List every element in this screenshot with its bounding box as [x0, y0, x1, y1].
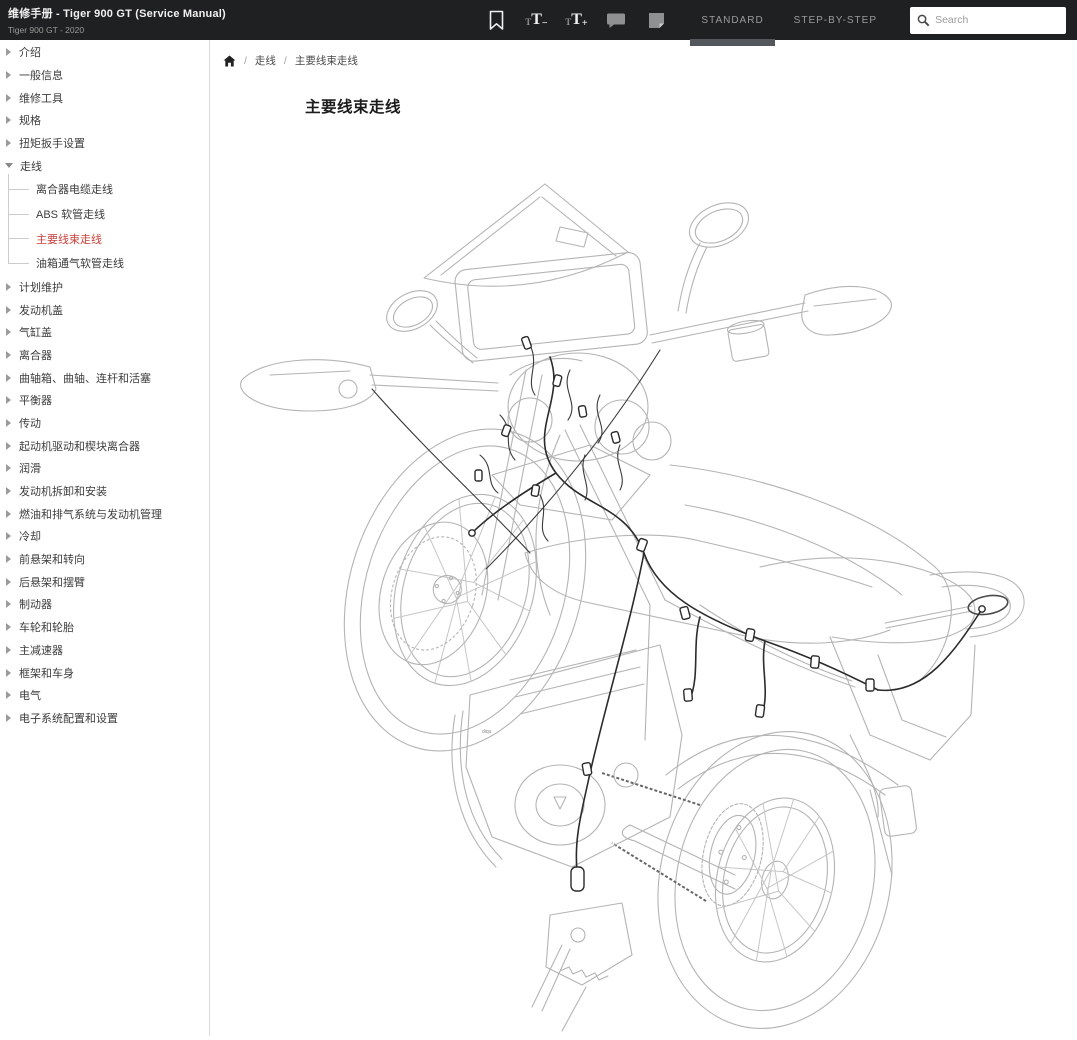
sidebar-subitem[interactable]: 离合器电缆走线 [0, 177, 209, 202]
sidebar-item[interactable]: 介绍 [0, 41, 209, 64]
breadcrumb-item-current: 主要线束走线 [295, 53, 358, 68]
chevron-right-icon [6, 94, 11, 102]
app-title: 维修手册 - Tiger 900 GT (Service Manual) [8, 5, 226, 21]
breadcrumb-separator: / [244, 55, 247, 67]
chevron-right-icon [6, 419, 11, 427]
tab-step-by-step[interactable]: STEP-BY-STEP [779, 0, 892, 40]
breadcrumb: / 走线 / 主要线束走线 [210, 40, 1077, 68]
tree-twig [8, 263, 29, 264]
sidebar-item[interactable]: 电气 [0, 684, 209, 707]
chevron-right-icon [6, 328, 11, 336]
motorcycle-harness-illustration: diqu [230, 175, 1030, 1035]
sidebar-item[interactable]: 维修工具 [0, 86, 209, 109]
main-content: / 走线 / 主要线束走线 主要线束走线 [210, 40, 1077, 1036]
bookmark-icon [488, 10, 505, 31]
sidebar-item[interactable]: 传动 [0, 412, 209, 435]
sidebar-item-expanded[interactable]: 走线 [0, 154, 209, 177]
search-input[interactable] [935, 14, 1059, 26]
sidebar-item[interactable]: 扭矩扳手设置 [0, 132, 209, 155]
sidebar-item[interactable]: 车轮和轮胎 [0, 616, 209, 639]
header-toolbar: TT− TT+ STANDARD STEP-BY-STEP [476, 0, 1077, 40]
bookmark-button[interactable] [476, 0, 516, 40]
decrease-text-icon: TT− [525, 12, 547, 28]
search-icon [917, 13, 930, 28]
sidebar-item[interactable]: 润滑 [0, 457, 209, 480]
chevron-right-icon [6, 283, 11, 291]
sidebar-item[interactable]: 气缸盖 [0, 321, 209, 344]
view-mode-tabs: STANDARD STEP-BY-STEP [686, 0, 892, 40]
decrease-text-button[interactable]: TT− [516, 0, 556, 40]
chevron-right-icon [6, 464, 11, 472]
sidebar-item[interactable]: 发动机拆卸和安装 [0, 480, 209, 503]
comments-button[interactable] [596, 0, 636, 40]
motorcycle-line-drawing: diqu [230, 175, 1030, 1035]
sidebar-item[interactable]: 后悬架和摆臂 [0, 570, 209, 593]
breadcrumb-item[interactable]: 走线 [255, 53, 276, 68]
sidebar-item[interactable]: 一般信息 [0, 64, 209, 87]
note-icon [647, 11, 666, 30]
sidebar-item[interactable]: 前悬架和转向 [0, 548, 209, 571]
chevron-right-icon [6, 600, 11, 608]
chevron-right-icon [6, 669, 11, 677]
chevron-right-icon [6, 578, 11, 586]
chevron-right-icon [6, 487, 11, 495]
chevron-right-icon [6, 116, 11, 124]
chevron-right-icon [6, 442, 11, 450]
sidebar-item[interactable]: 主减速器 [0, 639, 209, 662]
breadcrumb-separator: / [284, 55, 287, 67]
tree-twig [8, 238, 29, 239]
chevron-right-icon [6, 374, 11, 382]
sidebar-item[interactable]: 发动机盖 [0, 298, 209, 321]
chevron-right-icon [6, 646, 11, 654]
comment-icon [606, 10, 626, 30]
home-icon[interactable] [223, 55, 236, 67]
chevron-right-icon [6, 623, 11, 631]
sidebar-item[interactable]: 离合器 [0, 344, 209, 367]
sidebar-item[interactable]: 平衡器 [0, 389, 209, 412]
sidebar-subitem[interactable]: ABS 软管走线 [0, 202, 209, 227]
chevron-down-icon [5, 163, 13, 168]
tree-twig [8, 189, 29, 190]
illustration-watermark: diqu [482, 729, 492, 735]
sidebar-subitem-active[interactable]: 主要线束走线 [0, 226, 209, 251]
chevron-right-icon [6, 351, 11, 359]
sidebar-subitem[interactable]: 油箱通气软管走线 [0, 251, 209, 276]
chevron-right-icon [6, 71, 11, 79]
chevron-right-icon [6, 532, 11, 540]
notes-button[interactable] [636, 0, 676, 40]
chevron-right-icon [6, 139, 11, 147]
tree-twig [8, 214, 29, 215]
sidebar-item[interactable]: 制动器 [0, 593, 209, 616]
sidebar-item[interactable]: 计划维护 [0, 276, 209, 299]
chevron-right-icon [6, 396, 11, 404]
increase-text-icon: TT+ [565, 12, 587, 28]
page-title: 主要线束走线 [305, 95, 1077, 117]
header-titles: 维修手册 - Tiger 900 GT (Service Manual) Tig… [0, 5, 226, 35]
sidebar-item[interactable]: 起动机驱动和楔块离合器 [0, 434, 209, 457]
app-header: 维修手册 - Tiger 900 GT (Service Manual) Tig… [0, 0, 1077, 40]
app-subtitle: Tiger 900 GT - 2020 [8, 25, 226, 35]
sidebar-item[interactable]: 燃油和排气系统与发动机管理 [0, 502, 209, 525]
chevron-right-icon [6, 555, 11, 563]
chevron-right-icon [6, 691, 11, 699]
chevron-right-icon [6, 306, 11, 314]
sidebar-item[interactable]: 曲轴箱、曲轴、连杆和活塞 [0, 366, 209, 389]
chevron-right-icon [6, 714, 11, 722]
sidebar-item[interactable]: 冷却 [0, 525, 209, 548]
chevron-right-icon [6, 510, 11, 518]
sidebar-item[interactable]: 框架和车身 [0, 661, 209, 684]
search-box [910, 7, 1066, 34]
sidebar-subtree: 离合器电缆走线 ABS 软管走线 主要线束走线 油箱通气软管走线 [0, 177, 209, 275]
increase-text-button[interactable]: TT+ [556, 0, 596, 40]
sidebar-item[interactable]: 规格 [0, 109, 209, 132]
chevron-right-icon [6, 48, 11, 56]
tab-standard[interactable]: STANDARD [686, 0, 778, 40]
sidebar-item[interactable]: 电子系统配置和设置 [0, 707, 209, 730]
sidebar-nav: 介绍 一般信息 维修工具 规格 扭矩扳手设置 走线 离合器电缆走线 ABS 软管… [0, 40, 210, 1036]
